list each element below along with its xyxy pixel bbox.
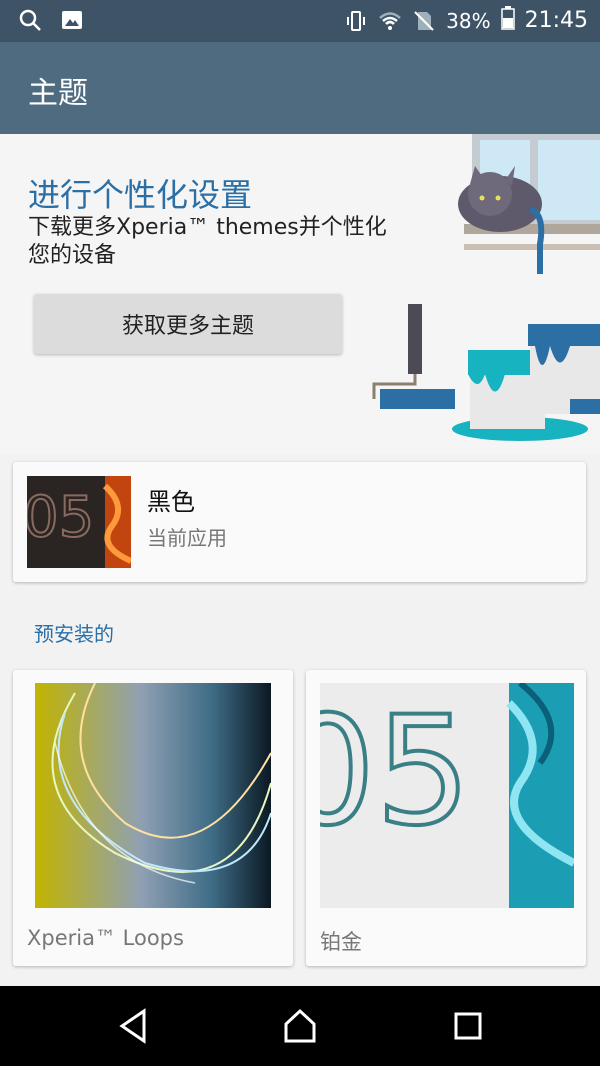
page-title: 主题	[28, 76, 88, 111]
svg-text:05: 05	[27, 485, 94, 550]
image-icon	[60, 8, 84, 32]
navigation-bar	[0, 986, 600, 1066]
current-theme-status: 当前应用	[147, 526, 227, 550]
preinstalled-section-title: 预安装的	[34, 622, 114, 646]
hero-description: 下载更多Xperia™ themes并个性化您的设备	[28, 215, 387, 268]
theme-card-xperia-loops[interactable]: Xperia™ Loops	[13, 670, 293, 966]
theme-thumbnail-platinum: 05	[320, 683, 574, 908]
hero-banner: 进行个性化设置 下载更多Xperia™ themes并个性化您的设备 获取更多主…	[0, 134, 600, 454]
current-theme-card[interactable]: 05 黑色 当前应用	[13, 462, 586, 582]
theme-label-loops: Xperia™ Loops	[27, 926, 184, 950]
theme-label-platinum: 铂金	[320, 930, 362, 954]
home-icon[interactable]	[280, 1006, 320, 1046]
vibrate-icon	[344, 9, 368, 33]
battery-percent: 38%	[446, 8, 491, 33]
get-more-themes-button[interactable]: 获取更多主题	[34, 294, 342, 354]
svg-text:05: 05	[320, 685, 471, 859]
hero-headline: 进行个性化设置	[28, 176, 253, 214]
theme-card-platinum[interactable]: 05 铂金	[306, 670, 586, 966]
recents-icon[interactable]	[448, 1006, 488, 1046]
paint-illustration	[372, 134, 600, 441]
no-sim-icon	[412, 9, 436, 33]
current-theme-thumbnail: 05	[27, 476, 131, 568]
app-bar: 主题	[0, 42, 600, 134]
theme-thumbnail-loops	[35, 683, 271, 908]
search-icon	[18, 8, 42, 32]
current-theme-name: 黑色	[147, 488, 195, 516]
clock: 21:45	[524, 8, 588, 33]
back-icon[interactable]	[114, 1006, 154, 1046]
battery-icon	[500, 6, 515, 35]
wifi-icon	[378, 9, 402, 33]
status-bar: 38% 21:45	[0, 0, 600, 42]
